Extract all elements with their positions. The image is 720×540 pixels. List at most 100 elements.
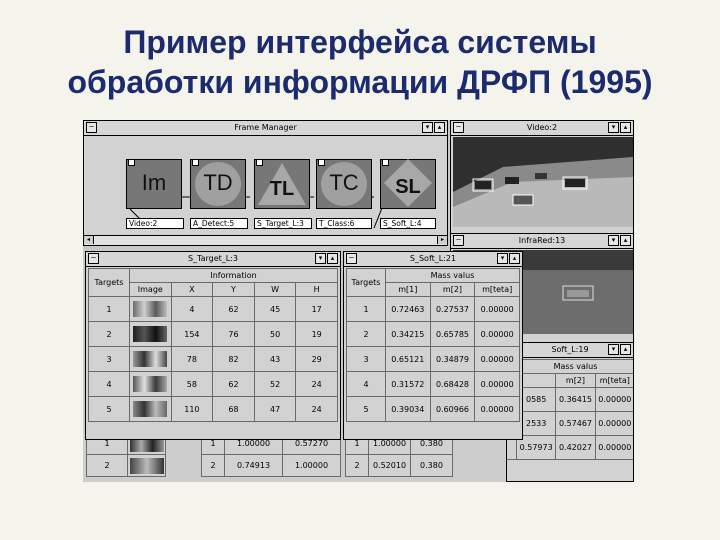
cell: 0.00000 <box>474 396 520 422</box>
cell: 1 <box>88 296 130 322</box>
video-window[interactable]: ─ Video:2 ▾ ▴ <box>450 120 634 236</box>
node-label[interactable]: A_Detect:5 <box>190 218 248 229</box>
cell: 0.00000 <box>474 371 520 397</box>
maximize-button[interactable]: ▴ <box>327 253 338 264</box>
cell: 0.52010 <box>368 454 411 477</box>
node-label[interactable]: Video:2 <box>126 218 184 229</box>
node-sl-icon[interactable]: SL <box>380 158 436 209</box>
minimize-button[interactable]: ▾ <box>608 344 619 355</box>
scroll-right-arrow[interactable]: ▸ <box>437 236 447 244</box>
table-row[interactable]: 2 0.34215 0.65785 0.00000 <box>346 321 520 347</box>
cell: 78 <box>170 346 214 372</box>
cell: 50 <box>253 321 297 347</box>
table-row[interactable]: 5 110 68 47 24 <box>88 396 338 422</box>
node-glyph: Im <box>141 170 167 195</box>
cell: 0.36415 <box>555 387 596 412</box>
cell: 47 <box>253 396 297 422</box>
target-thumbnail <box>133 301 168 317</box>
table-row[interactable]: 0585 0.36415 0.00000 <box>507 387 633 412</box>
maximize-button[interactable]: ▴ <box>620 235 631 246</box>
target-thumbnail <box>133 326 168 342</box>
cell: 2 <box>86 454 128 477</box>
column-header: m[1] <box>385 282 431 297</box>
title-bar[interactable]: Soft_L:19 ▾ ▴ <box>507 343 633 358</box>
cell: 4 <box>170 296 214 322</box>
port-handle[interactable] <box>382 159 389 166</box>
slide-title-line-2: обработки информации ДРФП (1995) <box>67 64 653 100</box>
thumbnail-cell <box>129 396 172 422</box>
maximize-button[interactable]: ▴ <box>620 122 631 133</box>
node-glyph: TC <box>329 170 359 195</box>
table-row[interactable]: 1 0.72463 0.27537 0.00000 <box>346 296 520 322</box>
port-handle[interactable] <box>256 159 263 166</box>
cell: 0.42027 <box>555 435 596 460</box>
cell: 0.00000 <box>594 387 633 412</box>
table-row: 2 0.74913 1.00000 <box>201 454 341 477</box>
target-thumbnail <box>133 351 168 367</box>
cell: 62 <box>212 371 255 397</box>
title-bar[interactable]: ─ Video:2 ▾ ▴ <box>451 121 633 136</box>
table-row[interactable]: 3 0.57973 0.42027 0.00000 <box>507 435 633 460</box>
column-header: Y <box>212 282 255 297</box>
cell: 0.00000 <box>474 321 520 347</box>
column-header: m[teta] <box>474 282 520 297</box>
table-row[interactable]: 4 0.31572 0.68428 0.00000 <box>346 371 520 397</box>
title-bar[interactable]: ─ InfraRed:13 ▾ ▴ <box>451 234 633 249</box>
group-header: Mass valus <box>385 268 520 283</box>
cell: 62 <box>212 296 255 322</box>
frame-manager-window[interactable]: ─ Frame Manager ▾ ▴ Im TD TL TC SL Video… <box>83 120 448 246</box>
port-handle[interactable] <box>318 159 325 166</box>
node-label[interactable]: S_Target_L:3 <box>254 218 312 229</box>
mass-values-table: Targets Mass valus m[1] m[2] m[teta] 1 0… <box>346 268 520 422</box>
maximize-button[interactable]: ▴ <box>620 344 631 355</box>
minimize-button[interactable]: ▾ <box>608 122 619 133</box>
node-label[interactable]: S_Soft_L:4 <box>380 218 436 229</box>
node-tc-icon[interactable]: TC <box>316 159 372 209</box>
minimize-button[interactable]: ▾ <box>315 253 326 264</box>
table-row[interactable]: 2533 0.57467 0.00000 <box>507 411 633 436</box>
node-label[interactable]: T_Class:6 <box>316 218 372 229</box>
horizontal-scrollbar[interactable]: ◂ ▸ <box>84 235 447 245</box>
column-header: Targets <box>346 268 386 297</box>
video-scene <box>453 137 633 227</box>
cell: 2 <box>346 321 386 347</box>
title-bar[interactable]: ─ S_Soft_L:21 ▾ ▴ <box>344 252 522 267</box>
port-handle[interactable] <box>128 159 135 166</box>
node-tl-icon[interactable]: TL <box>254 159 310 209</box>
soft-l21-window[interactable]: ─ S_Soft_L:21 ▾ ▴ Targets Mass valus m[1… <box>343 251 523 440</box>
cell: 0.74913 <box>224 454 283 477</box>
node-im-icon[interactable]: Im <box>126 159 182 209</box>
cell: 2 <box>201 454 225 477</box>
node-td-icon[interactable]: TD <box>190 159 246 209</box>
port-handle[interactable] <box>192 159 199 166</box>
thumbnail-cell <box>129 346 172 372</box>
window-title: Video:2 <box>526 123 558 132</box>
cell: 1 <box>346 296 386 322</box>
thumbnail-cell <box>129 371 172 397</box>
scroll-left-arrow[interactable]: ◂ <box>84 236 94 244</box>
cell: 3 <box>346 346 386 372</box>
window-title: S_Soft_L:21 <box>409 254 457 263</box>
column-header: Targets <box>88 268 130 297</box>
target-list-window[interactable]: ─ S_Target_L:3 ▾ ▴ Targets Information I… <box>85 251 341 440</box>
cell: 0.57467 <box>555 411 596 436</box>
table-row[interactable]: 4 58 62 52 24 <box>88 371 338 397</box>
thumbnail-cell <box>127 454 166 477</box>
thumbnail-cell <box>129 321 172 347</box>
cell: 68 <box>212 396 255 422</box>
column-header: m[2] <box>429 282 476 297</box>
maximize-button[interactable]: ▴ <box>509 253 520 264</box>
table-header-row: Targets Information <box>88 268 338 297</box>
target-thumbnail <box>129 457 164 474</box>
table-row[interactable]: 1 4 62 45 17 <box>88 296 338 322</box>
soft-l19-window[interactable]: Soft_L:19 ▾ ▴ Mass valus m[2] m[teta] 05… <box>506 342 634 482</box>
table-row[interactable]: 3 78 82 43 29 <box>88 346 338 372</box>
column-header: m[2] <box>555 373 596 388</box>
minimize-button[interactable]: ▾ <box>608 235 619 246</box>
minimize-button[interactable]: ▾ <box>497 253 508 264</box>
table-row[interactable]: 2 154 76 50 19 <box>88 321 338 347</box>
node-glyph: SL <box>395 176 421 198</box>
title-bar[interactable]: ─ S_Target_L:3 ▾ ▴ <box>86 252 340 267</box>
table-row[interactable]: 5 0.39034 0.60966 0.00000 <box>346 396 520 422</box>
table-row[interactable]: 3 0.65121 0.34879 0.00000 <box>346 346 520 372</box>
